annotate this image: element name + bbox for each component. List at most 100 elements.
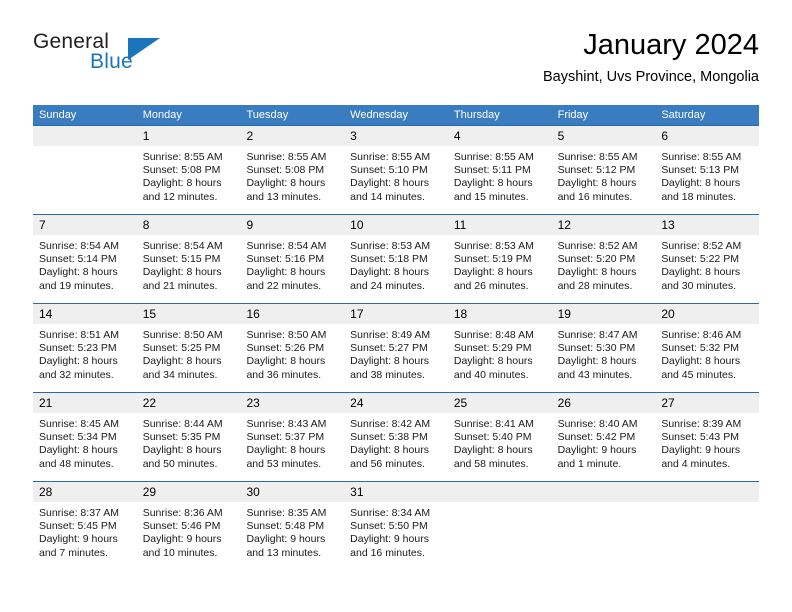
day-cell[interactable]: 24 Sunrise: 8:42 AM Sunset: 5:38 PM Dayl… <box>344 393 448 481</box>
daylight-text-line2: and 15 minutes. <box>453 190 529 203</box>
day-details: Sunrise: 8:54 AM Sunset: 5:14 PM Dayligh… <box>33 235 137 293</box>
day-number: 20 <box>655 304 760 324</box>
daylight-text-line1: Daylight: 8 hours <box>142 444 222 457</box>
day-number: 6 <box>655 126 760 146</box>
day-cell[interactable]: 19 Sunrise: 8:47 AM Sunset: 5:30 PM Dayl… <box>551 304 656 392</box>
daylight-text-line2: and 18 minutes. <box>661 190 737 203</box>
sunrise-text: Sunrise: 8:55 AM <box>142 151 223 163</box>
day-cell[interactable]: 20 Sunrise: 8:46 AM Sunset: 5:32 PM Dayl… <box>655 304 760 392</box>
day-cell[interactable]: 30 Sunrise: 8:35 AM Sunset: 5:48 PM Dayl… <box>240 482 345 570</box>
sunrise-text: Sunrise: 8:41 AM <box>453 418 534 430</box>
calendar-grid: Sunday Monday Tuesday Wednesday Thursday… <box>33 105 760 570</box>
sunset-text: Sunset: 5:12 PM <box>557 164 636 177</box>
day-details: Sunrise: 8:55 AM Sunset: 5:08 PM Dayligh… <box>137 146 241 204</box>
day-cell[interactable]: 6 Sunrise: 8:55 AM Sunset: 5:13 PM Dayli… <box>655 126 760 214</box>
day-cell[interactable]: 21 Sunrise: 8:45 AM Sunset: 5:34 PM Dayl… <box>33 393 137 481</box>
day-cell[interactable]: 2 Sunrise: 8:55 AM Sunset: 5:08 PM Dayli… <box>240 126 345 214</box>
day-cell[interactable]: 13 Sunrise: 8:52 AM Sunset: 5:22 PM Dayl… <box>655 215 760 303</box>
daylight-text-line2: and 45 minutes. <box>661 368 737 381</box>
daylight-text-line2: and 36 minutes. <box>246 368 322 381</box>
daylight-text-line2: and 4 minutes. <box>661 457 731 470</box>
page-header: General Blue January 2024 Bayshint, Uvs … <box>33 28 759 98</box>
day-cell[interactable]: 8 Sunrise: 8:54 AM Sunset: 5:15 PM Dayli… <box>136 215 241 303</box>
day-cell[interactable]: 9 Sunrise: 8:54 AM Sunset: 5:16 PM Dayli… <box>240 215 345 303</box>
daylight-text-line1: Daylight: 8 hours <box>350 266 429 279</box>
day-cell[interactable]: 25 Sunrise: 8:41 AM Sunset: 5:40 PM Dayl… <box>447 393 552 481</box>
sunrise-text: Sunrise: 8:54 AM <box>142 240 223 252</box>
daylight-text-line2: and 34 minutes. <box>142 368 218 381</box>
day-cell[interactable]: 31 Sunrise: 8:34 AM Sunset: 5:50 PM Dayl… <box>344 482 448 570</box>
sunset-text: Sunset: 5:15 PM <box>142 253 221 266</box>
daylight-text-line2: and 7 minutes. <box>39 546 108 559</box>
daylight-text-line1: Daylight: 9 hours <box>142 533 222 546</box>
sunset-text: Sunset: 5:48 PM <box>246 520 325 533</box>
day-cell[interactable]: 11 Sunrise: 8:53 AM Sunset: 5:19 PM Dayl… <box>447 215 552 303</box>
day-details: Sunrise: 8:55 AM Sunset: 5:11 PM Dayligh… <box>448 146 552 204</box>
day-cell[interactable]: 5 Sunrise: 8:55 AM Sunset: 5:12 PM Dayli… <box>551 126 656 214</box>
day-cell[interactable]: 26 Sunrise: 8:40 AM Sunset: 5:42 PM Dayl… <box>551 393 656 481</box>
daylight-text-line1: Daylight: 8 hours <box>453 355 533 368</box>
day-details: Sunrise: 8:55 AM Sunset: 5:13 PM Dayligh… <box>655 146 759 204</box>
daylight-text-line2: and 1 minute. <box>557 457 622 470</box>
sunrise-text: Sunrise: 8:47 AM <box>557 329 638 341</box>
daylight-text-line1: Daylight: 8 hours <box>350 355 429 368</box>
daylight-text-line1: Daylight: 9 hours <box>39 533 118 546</box>
daylight-text-line2: and 50 minutes. <box>142 457 218 470</box>
day-cell[interactable]: 1 Sunrise: 8:55 AM Sunset: 5:08 PM Dayli… <box>136 126 241 214</box>
sunset-text: Sunset: 5:42 PM <box>557 431 636 444</box>
daylight-text-line1: Daylight: 8 hours <box>453 177 533 190</box>
day-cell[interactable]: 12 Sunrise: 8:52 AM Sunset: 5:20 PM Dayl… <box>551 215 656 303</box>
day-cell[interactable]: 16 Sunrise: 8:50 AM Sunset: 5:26 PM Dayl… <box>240 304 345 392</box>
day-cell[interactable] <box>447 482 552 570</box>
sunrise-text: Sunrise: 8:45 AM <box>39 418 119 430</box>
day-details: Sunrise: 8:52 AM Sunset: 5:20 PM Dayligh… <box>552 235 656 293</box>
sunset-text: Sunset: 5:25 PM <box>142 342 221 355</box>
day-cell[interactable]: 22 Sunrise: 8:44 AM Sunset: 5:35 PM Dayl… <box>136 393 241 481</box>
daylight-text-line1: Daylight: 9 hours <box>661 444 741 457</box>
daylight-text-line2: and 13 minutes. <box>246 190 322 203</box>
daylight-text-line1: Daylight: 8 hours <box>246 266 326 279</box>
day-number: 25 <box>447 393 552 413</box>
day-cell[interactable] <box>551 482 656 570</box>
day-cell[interactable]: 17 Sunrise: 8:49 AM Sunset: 5:27 PM Dayl… <box>344 304 448 392</box>
sunset-text: Sunset: 5:32 PM <box>661 342 739 355</box>
day-cell[interactable]: 15 Sunrise: 8:50 AM Sunset: 5:25 PM Dayl… <box>136 304 241 392</box>
day-details <box>552 502 656 507</box>
day-cell[interactable]: 23 Sunrise: 8:43 AM Sunset: 5:37 PM Dayl… <box>240 393 345 481</box>
sunset-text: Sunset: 5:30 PM <box>557 342 636 355</box>
day-details: Sunrise: 8:42 AM Sunset: 5:38 PM Dayligh… <box>344 413 448 471</box>
day-number: 3 <box>344 126 448 146</box>
weekday-header-saturday: Saturday <box>661 109 706 121</box>
day-details: Sunrise: 8:43 AM Sunset: 5:37 PM Dayligh… <box>240 413 344 471</box>
daylight-text-line1: Daylight: 9 hours <box>350 533 429 546</box>
daylight-text-line2: and 58 minutes. <box>453 457 529 470</box>
day-cell[interactable]: 14 Sunrise: 8:51 AM Sunset: 5:23 PM Dayl… <box>33 304 137 392</box>
sunset-text: Sunset: 5:37 PM <box>246 431 325 444</box>
daylight-text-line2: and 32 minutes. <box>39 368 114 381</box>
day-number: 9 <box>240 215 345 235</box>
day-cell[interactable]: 28 Sunrise: 8:37 AM Sunset: 5:45 PM Dayl… <box>33 482 137 570</box>
day-cell[interactable] <box>655 482 760 570</box>
day-cell[interactable]: 18 Sunrise: 8:48 AM Sunset: 5:29 PM Dayl… <box>447 304 552 392</box>
day-cell[interactable]: 3 Sunrise: 8:55 AM Sunset: 5:10 PM Dayli… <box>344 126 448 214</box>
day-cell[interactable]: 10 Sunrise: 8:53 AM Sunset: 5:18 PM Dayl… <box>344 215 448 303</box>
sunset-text: Sunset: 5:19 PM <box>453 253 532 266</box>
day-details: Sunrise: 8:44 AM Sunset: 5:35 PM Dayligh… <box>137 413 241 471</box>
day-details: Sunrise: 8:47 AM Sunset: 5:30 PM Dayligh… <box>552 324 656 382</box>
daylight-text-line2: and 19 minutes. <box>39 279 114 292</box>
daylight-text-line2: and 21 minutes. <box>142 279 218 292</box>
sunset-text: Sunset: 5:46 PM <box>142 520 221 533</box>
day-cell[interactable]: 4 Sunrise: 8:55 AM Sunset: 5:11 PM Dayli… <box>447 126 552 214</box>
sunset-text: Sunset: 5:22 PM <box>661 253 739 266</box>
sunrise-text: Sunrise: 8:37 AM <box>39 507 119 519</box>
day-details: Sunrise: 8:50 AM Sunset: 5:26 PM Dayligh… <box>240 324 344 382</box>
day-cell[interactable] <box>33 126 137 214</box>
day-details: Sunrise: 8:39 AM Sunset: 5:43 PM Dayligh… <box>655 413 759 471</box>
day-number: 31 <box>344 482 448 502</box>
day-number: 29 <box>136 482 241 502</box>
day-cell[interactable]: 29 Sunrise: 8:36 AM Sunset: 5:46 PM Dayl… <box>136 482 241 570</box>
daylight-text-line1: Daylight: 8 hours <box>39 444 118 457</box>
day-cell[interactable]: 7 Sunrise: 8:54 AM Sunset: 5:14 PM Dayli… <box>33 215 137 303</box>
day-cell[interactable]: 27 Sunrise: 8:39 AM Sunset: 5:43 PM Dayl… <box>655 393 760 481</box>
sunrise-text: Sunrise: 8:40 AM <box>557 418 638 430</box>
